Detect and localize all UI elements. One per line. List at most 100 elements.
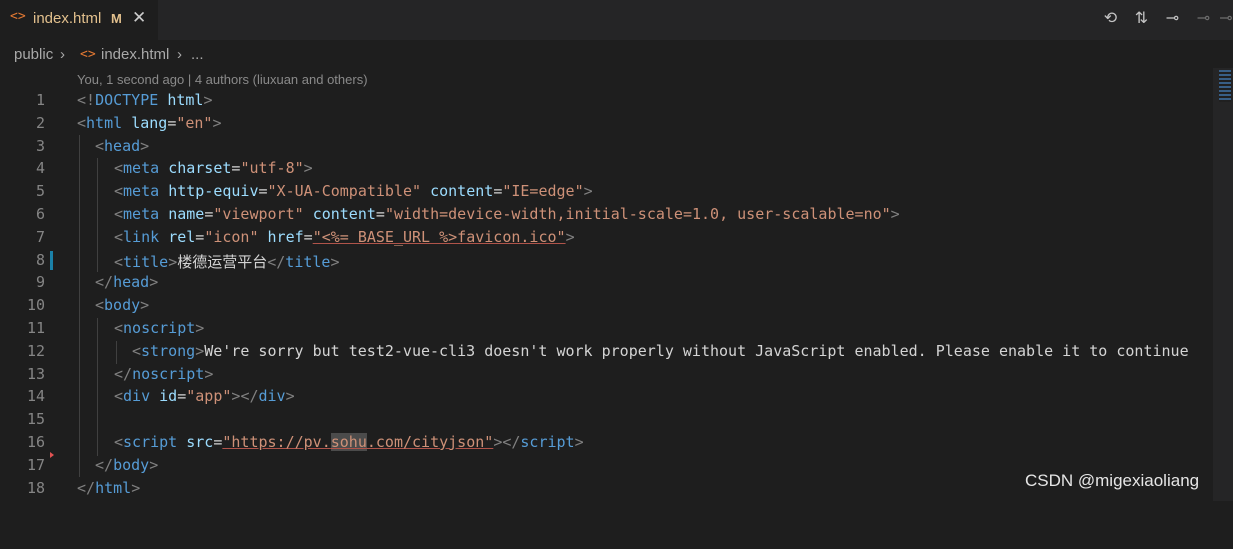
line-content: <meta name="viewport" content="width=dev…	[114, 205, 900, 223]
code-line: 13 </noscript>	[0, 363, 1213, 386]
breadcrumb-file[interactable]: index.html	[101, 46, 169, 63]
line-number: 3	[35, 136, 45, 155]
line-content: </html>	[77, 479, 140, 497]
code-line: 5 <meta http-equiv="X-UA-Compatible" con…	[0, 180, 1213, 203]
code-line: 7 <link rel="icon" href="<%= BASE_URL %>…	[0, 226, 1213, 249]
tag: html	[86, 113, 123, 132]
code-line: 14 <div id="app"></div>	[0, 385, 1213, 408]
tag: noscript	[132, 364, 205, 383]
line-number: 5	[35, 182, 45, 201]
minimap[interactable]	[1219, 70, 1231, 102]
code-editor[interactable]: 1 <!DOCTYPE html> 2 <html lang="en"> 3 <…	[0, 89, 1213, 499]
line-content: <meta charset="utf-8">	[114, 159, 313, 177]
tag: meta	[123, 204, 160, 223]
attr: http-equiv	[168, 182, 259, 201]
line-number: 7	[35, 227, 45, 246]
line-number: 2	[35, 113, 45, 132]
next-change-icon[interactable]: ⊸	[1219, 8, 1233, 30]
line-content: <meta http-equiv="X-UA-Compatible" conte…	[114, 182, 593, 200]
punct: >	[565, 227, 575, 246]
tag: strong	[141, 341, 196, 360]
line-content: </body>	[95, 456, 158, 474]
close-icon[interactable]: ✕	[132, 8, 146, 28]
line-content: <title>楼德运营平台</title>	[114, 251, 339, 272]
line-number: 11	[26, 318, 45, 337]
tag: title	[285, 252, 331, 271]
keyword: DOCTYPE	[95, 91, 159, 109]
equals: =	[177, 387, 187, 406]
line-content: <script src="https://pv.sohu.com/cityjso…	[114, 432, 584, 451]
tag: meta	[123, 159, 160, 178]
line-number: 8	[35, 250, 45, 269]
punct: <	[95, 296, 105, 315]
tag: head	[113, 273, 150, 292]
tab-title: index.html	[33, 10, 102, 27]
timeline-icon[interactable]: ⟲	[1095, 8, 1126, 30]
equals: =	[493, 182, 503, 201]
punct: </	[114, 364, 133, 383]
punct: <	[114, 318, 124, 337]
watermark: CSDN @migexiaoliang	[1025, 471, 1200, 490]
previous-change-icon[interactable]: ⊸	[1188, 8, 1219, 30]
line-content: </noscript>	[114, 365, 213, 383]
line-number: 13	[26, 364, 45, 383]
attr: name	[168, 204, 205, 223]
code-line: 2 <html lang="en">	[0, 112, 1213, 135]
punct: >	[203, 91, 213, 109]
line-number: 16	[26, 432, 45, 451]
punct: </	[95, 273, 114, 292]
tab-index-html[interactable]: <> index.html M ✕	[0, 0, 158, 40]
vertical-scrollbar[interactable]	[1213, 68, 1233, 501]
line-content: <!DOCTYPE html>	[77, 91, 212, 109]
line-number: 1	[35, 91, 45, 109]
string: "viewport"	[213, 204, 304, 223]
attr: html	[167, 91, 204, 109]
code-line: 8 <title>楼德运营平台</title>	[0, 249, 1213, 272]
equals: =	[204, 204, 214, 223]
text-content: 楼德运营平台	[177, 252, 268, 271]
git-blame-codelens[interactable]: You, 1 second ago | 4 authors (liuxuan a…	[77, 72, 368, 87]
punct: <	[114, 204, 124, 223]
tag: div	[123, 387, 151, 406]
attr: src	[186, 432, 214, 451]
code-line: 9 </head>	[0, 271, 1213, 294]
punct: >	[195, 341, 205, 360]
string: "app"	[186, 387, 232, 406]
punct: >	[131, 478, 141, 497]
code-line: 15	[0, 408, 1213, 431]
punct: <	[114, 227, 124, 246]
punct: >	[149, 273, 159, 292]
line-number: 15	[26, 410, 45, 429]
breadcrumb-folder[interactable]: public	[14, 46, 53, 63]
punct: <	[114, 252, 124, 271]
compare-changes-icon[interactable]: ⇅	[1126, 8, 1157, 30]
tag: body	[104, 296, 141, 315]
html-file-icon: <>	[10, 9, 26, 24]
line-number: 12	[26, 341, 45, 360]
equals: =	[258, 182, 268, 201]
git-commit-icon[interactable]: ⊸	[1157, 8, 1188, 30]
punct: >	[583, 182, 593, 201]
code-line: 1 <!DOCTYPE html>	[0, 89, 1213, 112]
punct: <!	[77, 91, 96, 109]
tag: noscript	[123, 318, 196, 337]
string: "en"	[176, 113, 213, 132]
line-number: 18	[26, 478, 45, 497]
line-content: <link rel="icon" href="<%= BASE_URL %>fa…	[114, 228, 575, 246]
attr: content	[312, 204, 376, 223]
punct: </	[77, 478, 96, 497]
string: "X-UA-Compatible"	[267, 182, 422, 201]
attr: rel	[168, 227, 196, 246]
line-number: 4	[35, 159, 45, 178]
modified-badge: M	[111, 11, 122, 26]
punct: >	[168, 252, 178, 271]
breadcrumb-more[interactable]: ...	[191, 46, 204, 63]
